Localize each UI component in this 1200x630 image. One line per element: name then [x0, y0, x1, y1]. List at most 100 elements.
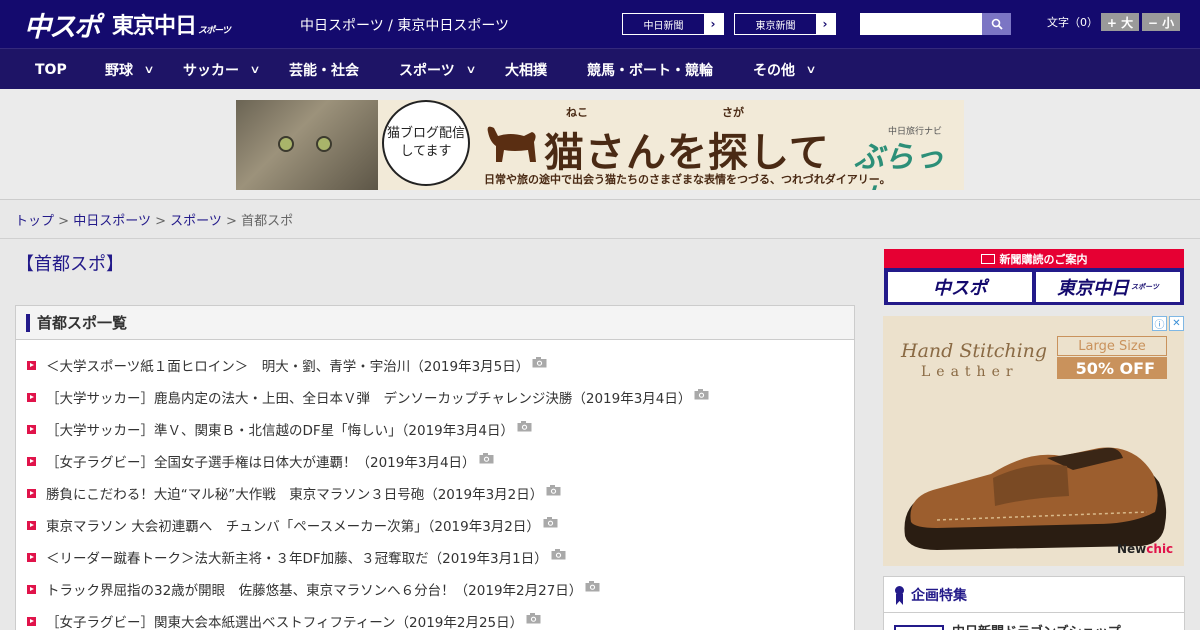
- ad-headline: Hand Stitching: [901, 340, 1048, 362]
- nav-item-baseball[interactable]: 野球 ∨: [105, 49, 155, 90]
- feature-item-label: 中日新聞ドラゴンズショップ: [952, 621, 1121, 630]
- article-title: ＜リーダー蹴春トーク＞法大新主将・３年DF加藤、３冠奪取だ（2019年3月1日）: [46, 551, 548, 567]
- breadcrumb-current: 首都スポ: [241, 214, 294, 229]
- subscribe-tokyo-label: 東京中日: [1057, 278, 1130, 299]
- subscription-box: 新聞購読のご案内 中スポ 東京中日 スポーツ: [884, 249, 1184, 305]
- info-icon[interactable]: ⓘ: [1152, 316, 1167, 331]
- article-title: ［大学サッカー］準Ｖ、関東Ｂ・北信越のDF星「悔しい」（2019年3月4日）: [46, 423, 514, 439]
- nav-item-entertainment[interactable]: 芸能・社会: [289, 49, 359, 90]
- font-size-label: 文字（0）: [1047, 16, 1098, 29]
- article-list-item[interactable]: ［大学サッカー］準Ｖ、関東Ｂ・北信越のDF星「悔しい」（2019年3月4日）: [16, 413, 854, 445]
- camera-icon: [479, 452, 494, 463]
- page-title: 【首都スポ】: [16, 254, 124, 275]
- chunichi-shimbun-label: 中日新聞: [623, 14, 704, 34]
- banner-brand: ぶらっ人: [854, 140, 944, 190]
- subscribe-chuspo-label: 中スポ: [933, 278, 987, 299]
- breadcrumb-link-top[interactable]: トップ: [15, 214, 54, 229]
- chevron-down-icon: ∨: [805, 63, 817, 76]
- main-nav: TOP 野球 ∨ サッカー ∨ 芸能・社会 スポーツ ∨ 大相撲 競馬・ボート・…: [0, 48, 1200, 89]
- breadcrumb-link-chunichi-sports[interactable]: 中日スポーツ: [73, 214, 151, 229]
- subscribe-tokyo-sub: スポーツ: [1131, 283, 1159, 291]
- tokyo-shimbun-link[interactable]: 東京新聞 ›: [734, 13, 836, 35]
- article-list-item[interactable]: ［女子ラグビー］関東大会本紙選出ベストフィフティーン（2019年2月25日）: [16, 605, 854, 630]
- bullet-arrow-icon: [27, 616, 36, 626]
- shoe-image: [904, 447, 1167, 550]
- cat-eye: [316, 136, 332, 152]
- bullet-arrow-icon: [27, 360, 36, 370]
- cat-blog-banner[interactable]: 猫ブログ配信してます ねこ さが 猫さんを探して 日常や旅の途中で出会う猫たちの…: [236, 100, 964, 190]
- search-input[interactable]: [860, 13, 982, 35]
- article-title: トラック界屈指の32歳が開眼 佐藤悠基、東京マラソンへ６分台！（2019年2月2…: [46, 583, 583, 599]
- subscription-heading-text: 新聞購読のご案内: [999, 252, 1088, 266]
- article-list-item[interactable]: トラック界屈指の32歳が開眼 佐藤悠基、東京マラソンへ６分台！（2019年2月2…: [16, 573, 854, 605]
- ad-discount-label: 50% OFF: [1057, 357, 1167, 379]
- feature-thumbnail: [894, 624, 944, 630]
- camera-icon: [694, 388, 709, 399]
- article-title: ［女子ラグビー］全国女子選手権は日体大が連覇！（2019年3月4日）: [46, 455, 476, 471]
- cat-eye: [278, 136, 294, 152]
- nav-item-label: サッカー: [183, 62, 239, 79]
- camera-icon: [532, 356, 547, 367]
- article-list-item[interactable]: ＜大学スポーツ紙１面ヒロイン＞ 明大・劉、青学・宇治川（2019年3月5日）: [16, 349, 854, 381]
- bullet-arrow-icon: [27, 456, 36, 466]
- chevron-down-icon: ∨: [465, 63, 477, 76]
- heading-bar: [26, 313, 30, 332]
- search-icon: [991, 18, 1003, 30]
- tokyo-shimbun-label: 東京新聞: [735, 14, 816, 34]
- nav-item-label: スポーツ: [399, 62, 455, 79]
- feature-heading: 企画特集: [911, 587, 967, 604]
- banner-title: 猫さんを探して: [544, 130, 830, 176]
- bullet-arrow-icon: [27, 552, 36, 562]
- breadcrumb-separator: >: [226, 214, 237, 229]
- nav-item-top[interactable]: TOP: [35, 49, 67, 90]
- subscribe-tokyo-chunichi-button[interactable]: 東京中日 スポーツ: [1036, 272, 1180, 302]
- ad-discount-text: 50% OFF: [1075, 358, 1155, 378]
- subscription-heading[interactable]: 新聞購読のご案内: [884, 249, 1184, 268]
- camera-icon: [517, 420, 532, 431]
- ad-size-label: Large Size: [1057, 336, 1167, 356]
- bullet-arrow-icon: [27, 520, 36, 530]
- shoe-advertisement[interactable]: Hand Stitching Leather Large Size 50% OF…: [883, 316, 1184, 566]
- nav-item-label: 野球: [105, 62, 133, 79]
- search-button[interactable]: [982, 13, 1011, 35]
- camera-icon: [526, 612, 541, 623]
- nav-item-other[interactable]: その他 ∨: [753, 49, 817, 90]
- article-title: ＜大学スポーツ紙１面ヒロイン＞ 明大・劉、青学・宇治川（2019年3月5日）: [46, 359, 530, 375]
- chuspo-logo[interactable]: 中スポ: [24, 8, 101, 43]
- article-title: ［女子ラグビー］関東大会本紙選出ベストフィフティーン（2019年2月25日）: [46, 615, 524, 630]
- bullet-arrow-icon: [27, 424, 36, 434]
- bullet-arrow-icon: [27, 488, 36, 498]
- article-list-heading: 首都スポ一覧: [37, 314, 128, 332]
- nav-item-sports[interactable]: スポーツ ∨: [399, 49, 477, 90]
- close-icon[interactable]: ✕: [1169, 316, 1184, 331]
- ribbon-icon: [895, 585, 904, 605]
- cat-silhouette-icon: [487, 126, 536, 162]
- bullet-arrow-icon: [27, 392, 36, 402]
- feature-item[interactable]: 中日新聞ドラゴンズショップ: [894, 621, 1121, 630]
- bullet-arrow-icon: [27, 584, 36, 594]
- article-list-item[interactable]: ＜リーダー蹴春トーク＞法大新主将・３年DF加藤、３冠奪取だ（2019年3月1日）: [16, 541, 854, 573]
- breadcrumb-separator: >: [155, 214, 166, 229]
- article-list-item[interactable]: 勝負にこだわる！大迫“マル秘”大作戦 東京マラソン３日号砲（2019年3月2日）: [16, 477, 854, 509]
- breadcrumb-link-sports[interactable]: スポーツ: [170, 214, 222, 229]
- camera-icon: [543, 516, 558, 527]
- nav-item-sumo[interactable]: 大相撲: [505, 49, 547, 90]
- top-header: 中スポ 東京中日 スポーツ 中日スポーツ / 東京中日スポーツ 中日新聞 › 東…: [0, 0, 1200, 48]
- subscribe-chuspo-button[interactable]: 中スポ: [888, 272, 1032, 302]
- article-title: 東京マラソン 大会初連覇へ チュンバ「ペースメーカー次第」（2019年3月2日）: [46, 519, 540, 535]
- banner-area: 猫ブログ配信してます ねこ さが 猫さんを探して 日常や旅の途中で出会う猫たちの…: [0, 89, 1200, 200]
- camera-icon: [551, 548, 566, 559]
- feature-box: 企画特集 中日新聞ドラゴンズショップ: [883, 576, 1185, 630]
- tokyo-chunichi-logo[interactable]: 東京中日 スポーツ: [112, 8, 231, 40]
- article-list-item[interactable]: ［大学サッカー］鹿島内定の法大・上田、全日本Ｖ弾 デンソーカップチャレンジ決勝（…: [16, 381, 854, 413]
- chevron-right-icon: ›: [710, 17, 716, 31]
- article-list-item[interactable]: ［女子ラグビー］全国女子選手権は日体大が連覇！（2019年3月4日）: [16, 445, 854, 477]
- nav-item-label: 芸能・社会: [289, 62, 359, 79]
- chunichi-shimbun-link[interactable]: 中日新聞 ›: [622, 13, 724, 35]
- font-larger-button[interactable]: + 大: [1101, 13, 1139, 31]
- article-list-item[interactable]: 東京マラソン 大会初連覇へ チュンバ「ペースメーカー次第」（2019年3月2日）: [16, 509, 854, 541]
- nav-item-racing[interactable]: 競馬・ボート・競輪: [587, 49, 713, 90]
- nav-item-soccer[interactable]: サッカー ∨: [183, 49, 261, 90]
- font-smaller-button[interactable]: − 小: [1142, 13, 1180, 31]
- banner-subtitle: 日常や旅の途中で出会う猫たちのさまざまな表情をつづる、つれづれダイアリー。: [484, 173, 891, 186]
